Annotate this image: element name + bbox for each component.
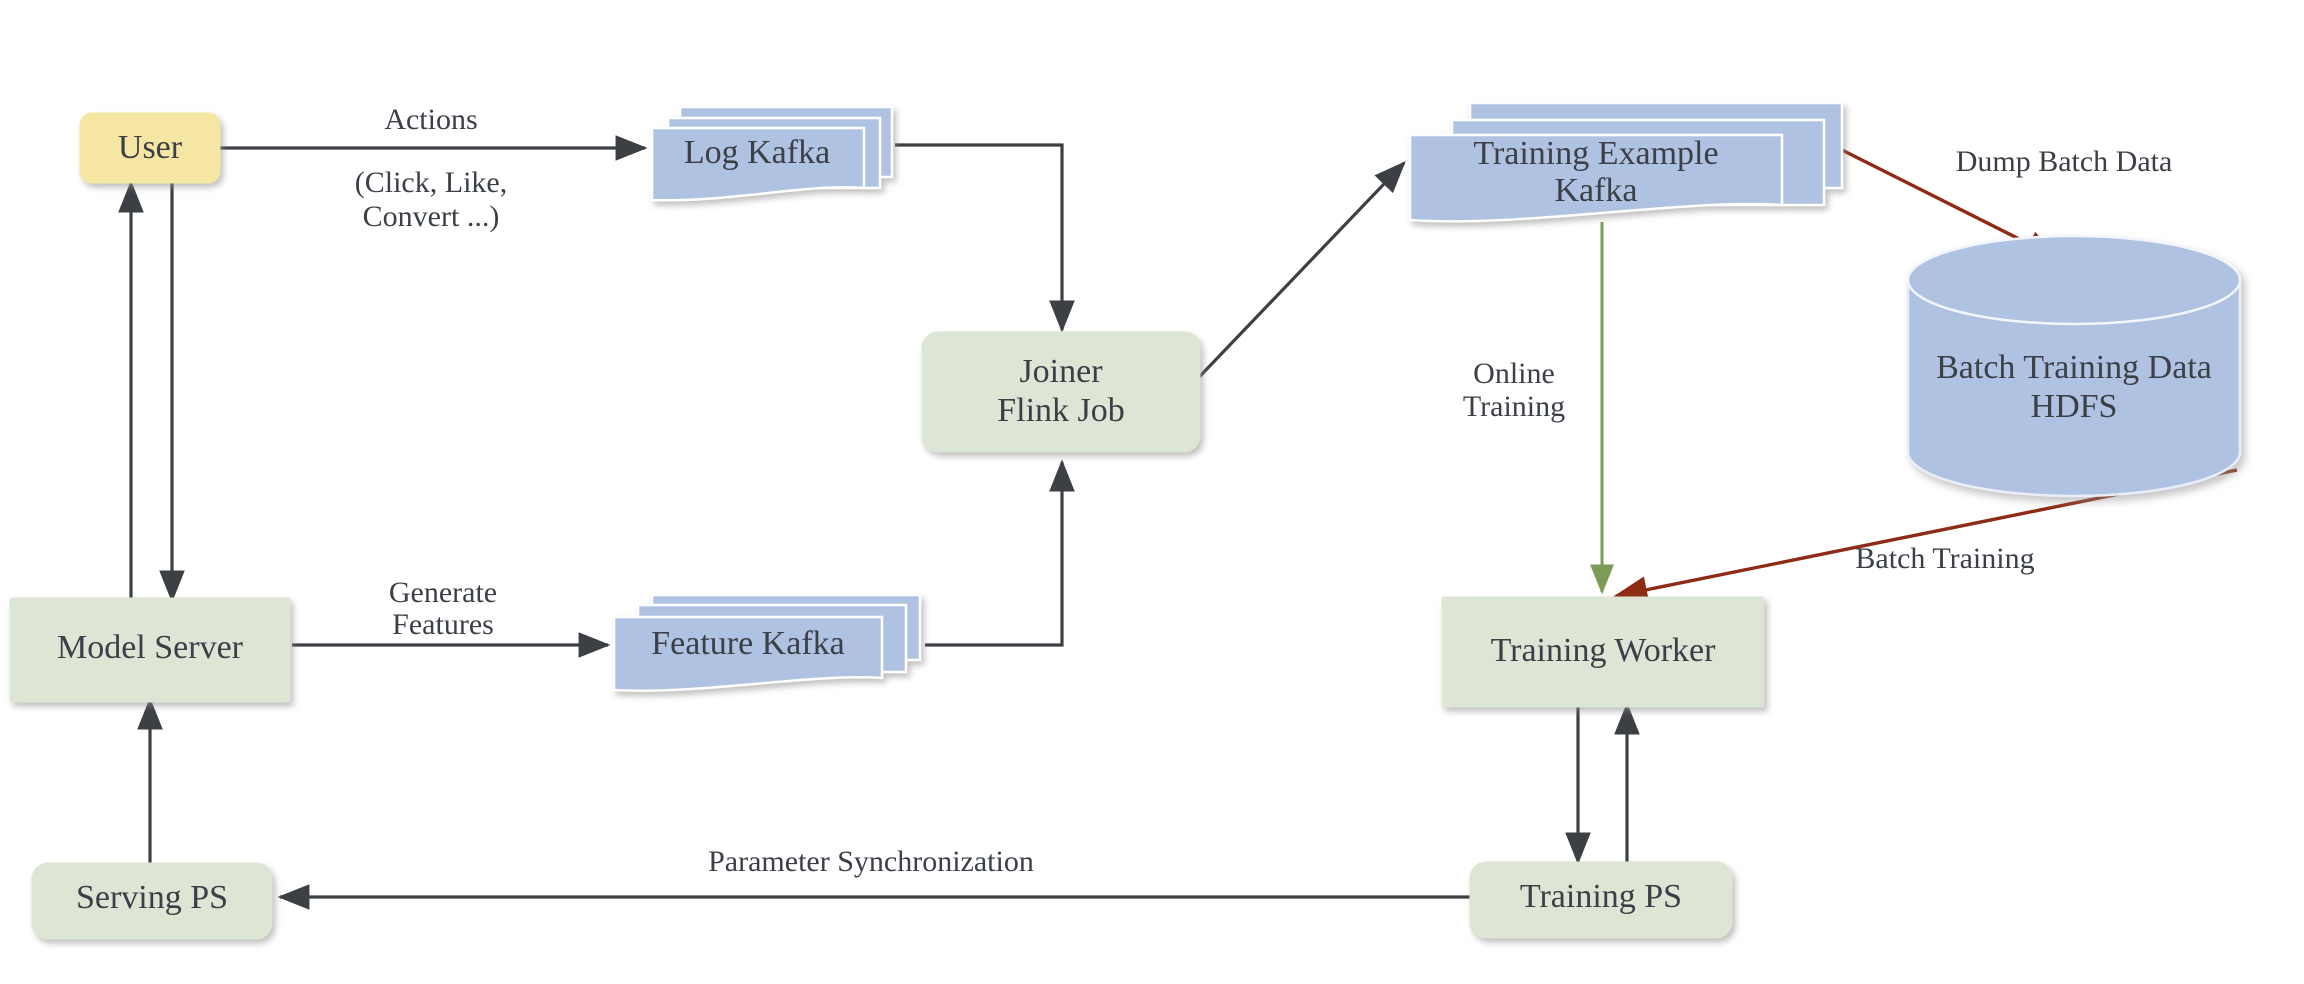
node-feature-kafka[interactable]: Feature Kafka <box>612 593 922 692</box>
architecture-diagram: User Log Kafka Joiner Flink Job Training… <box>0 0 2304 984</box>
edge-label-online-training-line1: Online <box>1473 357 1555 390</box>
edge-label-batch-training: Batch Training <box>1855 542 2034 575</box>
edge-label-parameter-synchronization: Parameter Synchronization <box>708 845 1034 878</box>
node-joiner-flink-job[interactable]: Joiner Flink Job <box>921 331 1201 453</box>
node-batch-training-data-hdfs[interactable]: Batch Training Data HDFS <box>1906 234 2242 498</box>
edge-label-generate-features-line1: Generate <box>389 576 497 609</box>
node-user[interactable]: User <box>79 112 221 184</box>
node-training-example-kafka-line2: Kafka <box>1554 172 1637 209</box>
node-training-ps-label: Training PS <box>1520 878 1682 915</box>
node-user-label: User <box>118 129 183 166</box>
diagram-canvas: User Log Kafka Joiner Flink Job Training… <box>9 101 2242 940</box>
edge-label-actions-detail-line2: Convert ...) <box>363 200 500 233</box>
node-model-server-label: Model Server <box>57 629 244 666</box>
edge-label-generate-features-line2: Features <box>392 608 494 641</box>
node-training-example-kafka[interactable]: Training Example Kafka <box>1408 101 1844 223</box>
node-batch-training-data-line1: Batch Training Data <box>1936 349 2212 386</box>
edge-label-dump-batch-data: Dump Batch Data <box>1956 145 2173 178</box>
node-batch-training-data-line2: HDFS <box>2031 388 2118 425</box>
edge-feature-kafka-to-joiner <box>925 459 1075 647</box>
node-training-worker[interactable]: Training Worker <box>1441 596 1765 708</box>
edge-log-kafka-to-joiner <box>895 143 1075 333</box>
node-serving-ps[interactable]: Serving PS <box>31 862 273 940</box>
node-training-ps[interactable]: Training PS <box>1469 861 1733 939</box>
edge-label-actions: Actions <box>384 103 477 136</box>
node-feature-kafka-label: Feature Kafka <box>651 625 845 662</box>
edge-label-actions-detail-line1: (Click, Like, <box>355 166 507 199</box>
node-training-worker-label: Training Worker <box>1491 632 1717 669</box>
node-model-server[interactable]: Model Server <box>9 597 291 703</box>
node-joiner-label-line1: Joiner <box>1019 353 1103 390</box>
edge-joiner-to-training-example-kafka <box>1180 161 1406 397</box>
node-serving-ps-label: Serving PS <box>76 879 228 916</box>
node-training-example-kafka-line1: Training Example <box>1473 135 1718 172</box>
node-joiner-label-line2: Flink Job <box>997 392 1125 429</box>
edge-label-online-training-line2: Training <box>1463 390 1565 423</box>
node-log-kafka-label: Log Kafka <box>684 134 830 171</box>
node-log-kafka[interactable]: Log Kafka <box>650 105 894 202</box>
